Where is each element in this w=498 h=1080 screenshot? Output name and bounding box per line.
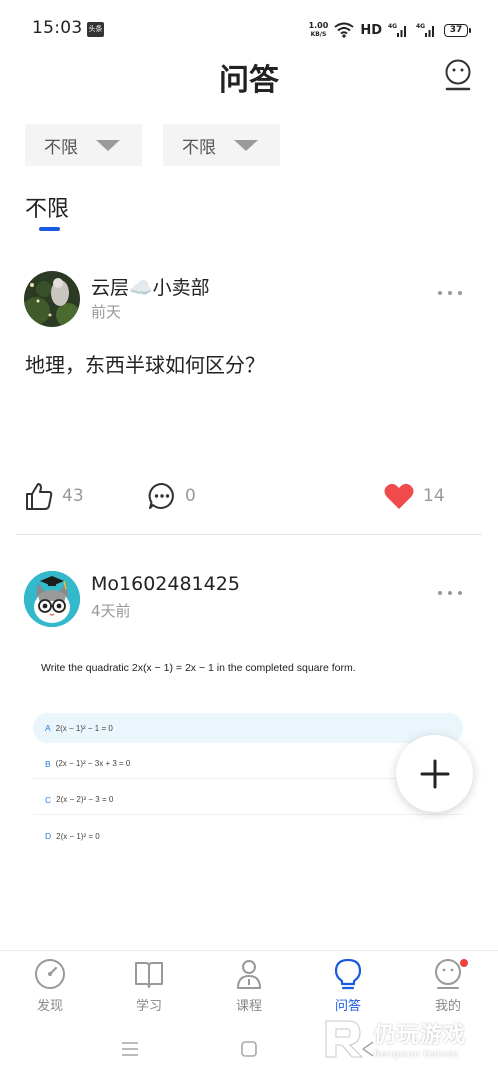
more-options-icon[interactable]: [438, 591, 462, 595]
signal-icon-2: 4G: [416, 23, 434, 37]
category-tab-active[interactable]: 不限: [25, 191, 69, 223]
comment-button[interactable]: 0: [147, 478, 196, 514]
watermark-cn: 仍玩游戏: [374, 1022, 467, 1048]
battery-icon: 37: [444, 23, 471, 37]
like-count: 43: [62, 486, 84, 506]
compass-icon: [35, 959, 65, 989]
filter-dropdown-1[interactable]: 不限: [25, 124, 142, 166]
heart-icon: [384, 483, 414, 509]
nav-me[interactable]: 我的: [408, 957, 488, 1014]
avatar[interactable]: [24, 271, 80, 327]
post-text[interactable]: 地理，东西半球如何区分？: [25, 349, 265, 378]
post-time: 4天前: [91, 602, 131, 620]
comment-icon: [148, 482, 174, 509]
caret-down-icon: [96, 140, 120, 151]
cat-avatar-image: [24, 571, 80, 627]
more-options-icon[interactable]: [438, 291, 462, 295]
post-time: 前天: [91, 303, 122, 321]
filter-label: 不限: [44, 137, 78, 158]
comment-count: 0: [185, 486, 196, 506]
watermark-logo-icon: [325, 1020, 364, 1058]
nav-courses[interactable]: 课程: [209, 957, 289, 1014]
notification-dot: [460, 959, 468, 967]
quiz-question: Write the quadratic 2x(x − 1) = 2x − 1 i…: [41, 662, 356, 674]
nav-label: 学习: [135, 999, 162, 1014]
nav-qa[interactable]: 问答: [308, 957, 388, 1014]
svg-text:4G: 4G: [416, 23, 425, 30]
filter-label: 不限: [182, 137, 216, 158]
page-title: 问答: [219, 63, 279, 98]
caret-down-icon: [234, 140, 258, 151]
add-question-button[interactable]: [396, 735, 473, 812]
status-bar: 15:03 头条 1.00 KB/S HD 4G 4G 37: [0, 0, 498, 60]
tab-indicator: [39, 227, 60, 231]
nav-study[interactable]: 学习: [109, 957, 189, 1014]
menu-icon[interactable]: [120, 1040, 140, 1058]
app-notification-icon: 头条: [87, 22, 104, 37]
plus-icon: [420, 759, 449, 788]
status-time: 15:03: [32, 18, 83, 38]
thumbs-up-icon: [26, 483, 53, 510]
wifi-icon: [334, 22, 354, 38]
nav-label: 问答: [334, 999, 361, 1014]
person-icon: [237, 960, 261, 989]
quiz-option-a[interactable]: A 2(x − 1)² − 1 = 0: [33, 713, 463, 743]
profile-face-icon[interactable]: [444, 58, 472, 92]
signal-icon: 4G: [388, 23, 406, 37]
nav-label: 我的: [434, 999, 461, 1014]
favorite-button[interactable]: 14: [383, 478, 445, 514]
nav-label: 课程: [235, 999, 262, 1014]
network-speed: 1.00 KB/S: [308, 21, 329, 38]
status-indicators: 1.00 KB/S HD 4G 4G 37: [308, 18, 471, 42]
lightbulb-icon: [334, 958, 362, 990]
nav-discover[interactable]: 发现: [10, 957, 90, 1014]
quiz-option-d[interactable]: D 2(x − 1)² = 0: [33, 821, 463, 851]
post-author[interactable]: 云层☁️小卖部: [91, 273, 210, 300]
watermark-en: Rengwan Games: [374, 1048, 459, 1060]
svg-text:4G: 4G: [388, 23, 397, 30]
watermark: 仍玩游戏 Rengwan Games: [322, 1013, 466, 1063]
filter-dropdown-2[interactable]: 不限: [163, 124, 280, 166]
book-icon: [135, 962, 163, 988]
favorite-count: 14: [423, 486, 445, 506]
post-divider: [16, 534, 482, 535]
hd-indicator: HD: [360, 22, 382, 38]
like-button[interactable]: 43: [24, 478, 84, 514]
home-icon[interactable]: [240, 1040, 258, 1058]
bottom-nav: 发现 学习 课程 问答 我的: [0, 950, 498, 1020]
avatar[interactable]: [24, 571, 80, 627]
nav-label: 发现: [36, 999, 63, 1014]
post-author[interactable]: Mo1602481425: [91, 573, 240, 595]
avatar-image: [24, 271, 80, 327]
